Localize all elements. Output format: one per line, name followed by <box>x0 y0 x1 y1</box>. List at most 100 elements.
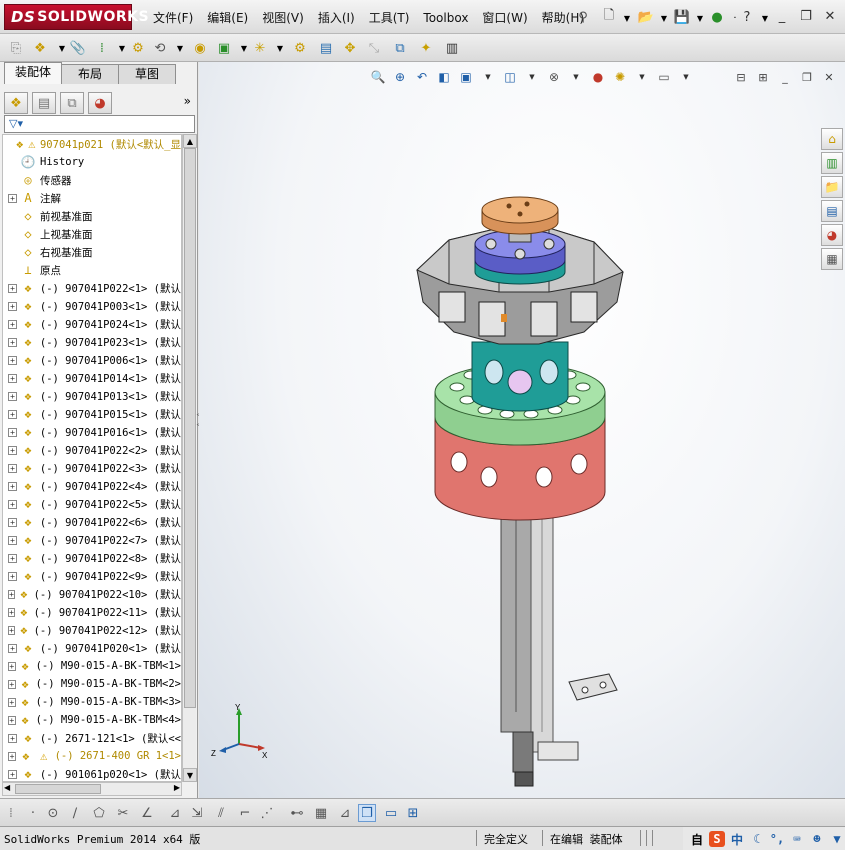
tree-item[interactable]: + ❖ (-) 907041P023<1> (默认 <box>3 333 181 351</box>
tree-item[interactable]: + ❖ (-) 907041P022<8> (默认 <box>3 549 181 567</box>
scroll-left-icon[interactable]: ◀ <box>4 783 10 792</box>
measure-icon[interactable]: ⊿ <box>336 804 354 822</box>
expand-icon[interactable]: + <box>8 499 17 509</box>
tree-item[interactable]: + ❖ (-) 907041P022<2> (默认 <box>3 441 181 459</box>
interference-detection-icon[interactable]: ⧉ <box>390 38 410 58</box>
tree-item[interactable]: + ❖ (-) 907041P022<9> (默认 <box>3 567 181 585</box>
tree-item[interactable]: + ❖ (-) 907041P015<1> (默认 <box>3 405 181 423</box>
line-icon[interactable]: ∕ <box>66 804 84 822</box>
assembly-model[interactable] <box>409 192 639 792</box>
rebuild-icon[interactable]: ⎘ <box>6 38 26 58</box>
tab-assembly[interactable]: 装配体 <box>4 62 63 84</box>
chevron-down-icon[interactable]: ▼ <box>655 9 673 27</box>
scroll-thumb[interactable] <box>184 148 196 708</box>
centerline-icon[interactable]: ⋰ <box>258 804 276 822</box>
property-manager-icon[interactable]: ▤ <box>32 92 56 114</box>
reference-geometry-icon[interactable]: ✳ <box>250 38 270 58</box>
tree-item[interactable]: + ❖ (-) 907041P016<1> (默认 <box>3 423 181 441</box>
tree-item[interactable]: + ❖ (-) M90-015-A-BK-TBM<2> <box>3 675 181 693</box>
tree-item[interactable]: ◇ 右视基准面 <box>3 243 181 261</box>
chevron-down-icon[interactable]: ▼ <box>677 68 695 86</box>
tree-item[interactable]: ◎ 传感器 <box>3 171 181 189</box>
display-manager-icon[interactable]: ◕ <box>88 92 112 114</box>
tree-item[interactable]: + ❖ (-) 901061p020<1> (默认 <box>3 765 181 781</box>
zoom-to-area-icon[interactable]: ⊕ <box>391 68 409 86</box>
tree-item[interactable]: + ❖ (-) 907041P022<3> (默认 <box>3 459 181 477</box>
expand-icon[interactable]: + <box>8 409 17 419</box>
doc-close-icon[interactable]: ✕ <box>821 70 837 86</box>
zoom-to-fit-icon[interactable]: 🔍 <box>369 68 387 86</box>
tree-item[interactable]: + ❖ (-) 907041P022<4> (默认 <box>3 477 181 495</box>
design-library-icon[interactable]: ▥ <box>821 152 843 174</box>
expand-icon[interactable]: + <box>8 373 17 383</box>
more-managers-icon[interactable]: » <box>184 94 191 108</box>
ime-language[interactable]: 中 <box>729 831 745 847</box>
offset-icon[interactable]: ⊿ <box>166 804 184 822</box>
circle-icon[interactable]: ⊙ <box>44 804 62 822</box>
edit-appearance-icon[interactable]: ● <box>589 68 607 86</box>
tree-item[interactable]: + ❖ (-) M90-015-A-BK-TBM<1> <box>3 657 181 675</box>
section-view-icon[interactable]: ◧ <box>435 68 453 86</box>
instant3d-icon[interactable]: ✦ <box>416 38 436 58</box>
graphics-area[interactable]: 🔍 ⊕ ↶ ◧ ▣ ▼ ◫ ▼ ⊗ ▼ ● ✺ ▼ ▭ ▼ ⊟ ⊞ _ ❐ ✕ <box>199 62 845 798</box>
split-horizontal-icon[interactable]: ⊟ <box>733 70 749 86</box>
keyboard-icon[interactable]: ⌨ <box>789 831 805 847</box>
view-palette-icon[interactable]: ▤ <box>821 200 843 222</box>
split-vertical-icon[interactable]: ⊞ <box>755 70 771 86</box>
smart-fasteners-icon[interactable]: ⚙ <box>128 38 148 58</box>
chevron-down-icon[interactable]: ▼ <box>756 9 774 27</box>
restore-icon[interactable]: ❐ <box>798 9 814 25</box>
expand-icon[interactable]: + <box>8 589 16 599</box>
expand-icon[interactable]: + <box>8 427 17 437</box>
mirror-icon[interactable]: ⫽ <box>212 804 230 822</box>
expand-icon[interactable]: + <box>8 571 17 581</box>
appearances-icon[interactable]: ◕ <box>821 224 843 246</box>
expand-icon[interactable]: + <box>8 607 16 617</box>
tab-layout[interactable]: 布局 <box>61 64 120 84</box>
tree-item[interactable]: + ❖ (-) 907041P024<1> (默认 <box>3 315 181 333</box>
chevron-down-icon[interactable]: ▼ <box>633 68 651 86</box>
user-icon[interactable]: ☻ <box>809 831 825 847</box>
doc-minimize-icon[interactable]: _ <box>777 70 793 86</box>
tree-item[interactable]: + ❖ (-) 907041P020<1> (默认 <box>3 639 181 657</box>
chevron-down-icon[interactable]: ▼ <box>523 68 541 86</box>
expand-icon[interactable]: + <box>8 679 16 689</box>
expand-icon[interactable]: + <box>8 481 17 491</box>
expand-icon[interactable]: + <box>8 283 17 293</box>
expand-icon[interactable]: + <box>8 517 17 527</box>
tree-item[interactable]: + ❖ (-) 907041P022<6> (默认 <box>3 513 181 531</box>
tree-item[interactable]: + ❖ (-) 2671-121<1> (默认<< <box>3 729 181 747</box>
menu-view[interactable]: 视图(V) <box>255 9 311 27</box>
configuration-manager-icon[interactable]: ⧉ <box>60 92 84 114</box>
tree-vertical-scrollbar[interactable]: ▲ ▼ <box>182 134 197 782</box>
sogou-logo-icon[interactable]: S <box>709 831 725 847</box>
expand-icon[interactable]: + <box>8 355 17 365</box>
tab-sketch[interactable]: 草图 <box>118 64 177 84</box>
tree-root-assembly[interactable]: ❖ ⚠ 907041p021 (默认<默认_显 <box>3 135 181 153</box>
expand-icon[interactable]: + <box>8 391 17 401</box>
point-icon[interactable]: · <box>24 804 42 822</box>
four-view-icon[interactable]: ⊞ <box>404 804 422 822</box>
single-view-icon[interactable]: ▭ <box>382 804 400 822</box>
expand-icon[interactable]: + <box>8 769 17 779</box>
new-motion-study-icon[interactable]: ⚙ <box>290 38 310 58</box>
previous-view-icon[interactable]: ↶ <box>413 68 431 86</box>
tree-item[interactable]: + A 注解 <box>3 189 181 207</box>
custom-properties-icon[interactable]: ▦ <box>821 248 843 270</box>
chevron-down-icon[interactable]: ▼ <box>567 68 585 86</box>
new-document-icon[interactable]: 🗋 <box>600 8 618 26</box>
tree-item[interactable]: + ❖ (-) 907041P013<1> (默认 <box>3 387 181 405</box>
expand-icon[interactable]: + <box>8 715 16 725</box>
ime-mode[interactable]: 自 <box>689 831 705 847</box>
large-assembly-mode-icon[interactable]: ▥ <box>442 38 462 58</box>
scroll-up-icon[interactable]: ▲ <box>183 134 197 148</box>
angle-icon[interactable]: ∠ <box>138 804 156 822</box>
tree-item[interactable]: + ❖ (-) 907041P022<10> (默认 <box>3 585 181 603</box>
hide-show-items-icon[interactable]: ⊗ <box>545 68 563 86</box>
feature-manager-icon[interactable]: ❖ <box>4 92 28 114</box>
tree-item[interactable]: + ❖ (-) 907041P022<5> (默认 <box>3 495 181 513</box>
apply-scene-icon[interactable]: ✺ <box>611 68 629 86</box>
traffic-light-icon[interactable]: ● <box>708 8 726 26</box>
tree-horizontal-scrollbar[interactable]: ◀ ▶ <box>2 782 182 796</box>
menu-edit[interactable]: 编辑(E) <box>200 9 255 27</box>
